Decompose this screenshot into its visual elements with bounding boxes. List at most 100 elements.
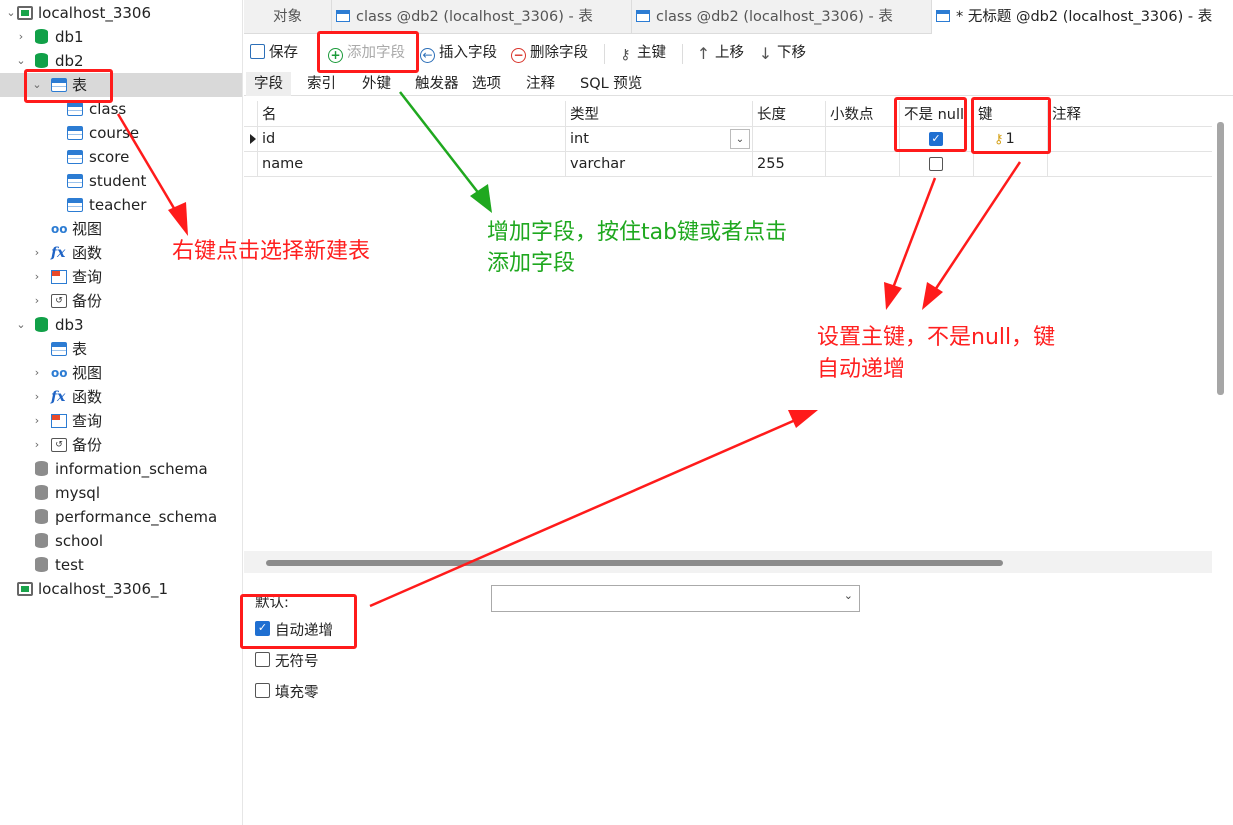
tree-table-score[interactable]: score xyxy=(0,145,242,169)
chevron-right-icon[interactable]: › xyxy=(30,361,44,385)
column-header-length[interactable]: 长度 xyxy=(752,101,825,127)
tab-options[interactable]: 选项 xyxy=(464,72,509,96)
tree-connection-localhost-3306-1[interactable]: localhost_3306_1 xyxy=(0,577,242,601)
tab-foreign-keys[interactable]: 外键 xyxy=(354,72,399,96)
highlight-box-key xyxy=(971,97,1051,154)
tree-folder-tables-db3[interactable]: 表 xyxy=(0,337,242,361)
view-icon: oo xyxy=(51,366,68,380)
tree-db-performance-schema[interactable]: performance_schema xyxy=(0,505,242,529)
database-icon xyxy=(35,317,48,332)
save-button[interactable]: 保存 xyxy=(250,40,298,66)
column-header-name[interactable]: 名 xyxy=(257,101,565,127)
table-row[interactable]: id int ⌄ ✓ ⚷ 1 xyxy=(244,127,1212,152)
query-icon xyxy=(51,270,67,284)
tree-folder-backups-db2[interactable]: › ↺ 备份 xyxy=(0,289,242,313)
tab-comment[interactable]: 注释 xyxy=(518,72,563,96)
tree-db-information-schema[interactable]: information_schema xyxy=(0,457,242,481)
column-header-type[interactable]: 类型 xyxy=(565,101,752,127)
chevron-right-icon[interactable]: › xyxy=(30,265,44,289)
tree-db-mysql[interactable]: mysql xyxy=(0,481,242,505)
annotation-add-field-line2: 添加字段 xyxy=(487,251,576,276)
primary-key-button[interactable]: ⚷ 主键 xyxy=(618,40,666,66)
tree-connection-localhost-3306[interactable]: ⌄ localhost_3306 xyxy=(0,1,242,25)
field-name-cell[interactable]: id xyxy=(257,127,565,152)
move-down-button[interactable]: ↓ 下移 xyxy=(758,40,806,66)
tree-label: 查询 xyxy=(72,412,103,430)
tab-triggers[interactable]: 触发器 xyxy=(407,72,467,96)
tree-folder-views-db3[interactable]: › oo 视图 xyxy=(0,361,242,385)
unsigned-checkbox[interactable] xyxy=(255,652,270,667)
chevron-right-icon[interactable]: › xyxy=(30,385,44,409)
horizontal-scrollbar[interactable] xyxy=(266,560,1003,566)
key-cell[interactable] xyxy=(973,152,1047,177)
not-null-cell[interactable] xyxy=(899,152,973,177)
tree-label: 表 xyxy=(72,340,88,358)
query-icon xyxy=(51,414,67,428)
tree-label: db1 xyxy=(55,28,84,46)
tree-label: db3 xyxy=(55,316,84,334)
field-type-value: int xyxy=(570,131,589,147)
chevron-down-icon[interactable]: ⌄ xyxy=(14,313,28,337)
chevron-right-icon[interactable]: › xyxy=(30,289,44,313)
delete-field-button[interactable]: − 删除字段 xyxy=(511,40,588,66)
column-header-decimals[interactable]: 小数点 xyxy=(825,101,899,127)
arrow-up-icon: ↑ xyxy=(696,44,711,63)
tree-label: course xyxy=(89,124,140,142)
field-comment-cell[interactable] xyxy=(1047,127,1212,152)
tree-label: 查询 xyxy=(72,268,103,286)
tree-folder-functions-db3[interactable]: › fx 函数 xyxy=(0,385,242,409)
field-comment-cell[interactable] xyxy=(1047,152,1212,177)
column-header-comment[interactable]: 注释 xyxy=(1047,101,1212,127)
tab-untitled-table[interactable]: * 无标题 @db2 (localhost_3306) - 表 xyxy=(932,0,1233,34)
table-row[interactable]: name varchar 255 xyxy=(244,152,1212,177)
tree-folder-backups-db3[interactable]: › ↺ 备份 xyxy=(0,433,242,457)
tab-class-table-2[interactable]: class @db2 (localhost_3306) - 表 xyxy=(632,0,932,34)
view-icon: oo xyxy=(51,222,68,236)
tab-indexes[interactable]: 索引 xyxy=(299,72,344,96)
arrow-down-icon: ↓ xyxy=(758,44,773,63)
field-type-combo[interactable]: int ⌄ xyxy=(565,127,752,152)
field-decimals-cell[interactable] xyxy=(825,152,899,177)
field-length-cell[interactable]: 255 xyxy=(752,152,825,177)
tree-table-student[interactable]: student xyxy=(0,169,242,193)
chevron-down-icon[interactable]: ⌄ xyxy=(730,129,750,149)
key-icon: ⚷ xyxy=(620,47,631,63)
chevron-right-icon[interactable]: › xyxy=(30,409,44,433)
tree-label: 备份 xyxy=(72,292,103,310)
database-icon xyxy=(35,533,48,548)
field-length-cell[interactable] xyxy=(752,127,825,152)
tab-objects[interactable]: 对象 xyxy=(244,0,332,34)
chevron-down-icon[interactable]: ⌄ xyxy=(4,1,18,25)
tree-table-course[interactable]: course xyxy=(0,121,242,145)
database-icon xyxy=(35,461,48,476)
tree-db-test[interactable]: test xyxy=(0,553,242,577)
tree-db-school[interactable]: school xyxy=(0,529,242,553)
zerofill-checkbox[interactable] xyxy=(255,683,270,698)
insert-field-button[interactable]: ← 插入字段 xyxy=(420,40,497,66)
field-type-cell[interactable]: varchar xyxy=(565,152,752,177)
field-name-cell[interactable]: name xyxy=(257,152,565,177)
tree-db-db3[interactable]: ⌄ db3 xyxy=(0,313,242,337)
tab-label: 对象 xyxy=(273,9,302,25)
tab-sql-preview[interactable]: SQL 预览 xyxy=(572,72,650,96)
tree-label: teacher xyxy=(89,196,147,214)
chevron-right-icon[interactable]: › xyxy=(30,433,44,457)
table-icon xyxy=(67,150,83,164)
tree-folder-queries-db2[interactable]: › 查询 xyxy=(0,265,242,289)
move-up-button[interactable]: ↑ 上移 xyxy=(696,40,744,66)
chevron-right-icon[interactable]: › xyxy=(30,241,44,265)
annotation-primary-key-line2: 自动递增 xyxy=(817,357,906,382)
not-null-checkbox[interactable] xyxy=(929,157,943,171)
table-edit-icon xyxy=(936,10,950,22)
chevron-right-icon[interactable]: › xyxy=(14,25,28,49)
field-decimals-cell[interactable] xyxy=(825,127,899,152)
save-label: 保存 xyxy=(269,45,298,61)
vertical-scrollbar[interactable] xyxy=(1217,122,1224,395)
tree-folder-queries-db3[interactable]: › 查询 xyxy=(0,409,242,433)
tree-db-db1[interactable]: › db1 xyxy=(0,25,242,49)
default-value-select[interactable]: ⌄ xyxy=(491,585,860,612)
tab-label: * 无标题 @db2 (localhost_3306) - 表 xyxy=(956,9,1213,25)
tab-class-table-1[interactable]: class @db2 (localhost_3306) - 表 xyxy=(332,0,632,34)
tree-table-teacher[interactable]: teacher xyxy=(0,193,242,217)
tab-fields[interactable]: 字段 xyxy=(246,72,291,96)
